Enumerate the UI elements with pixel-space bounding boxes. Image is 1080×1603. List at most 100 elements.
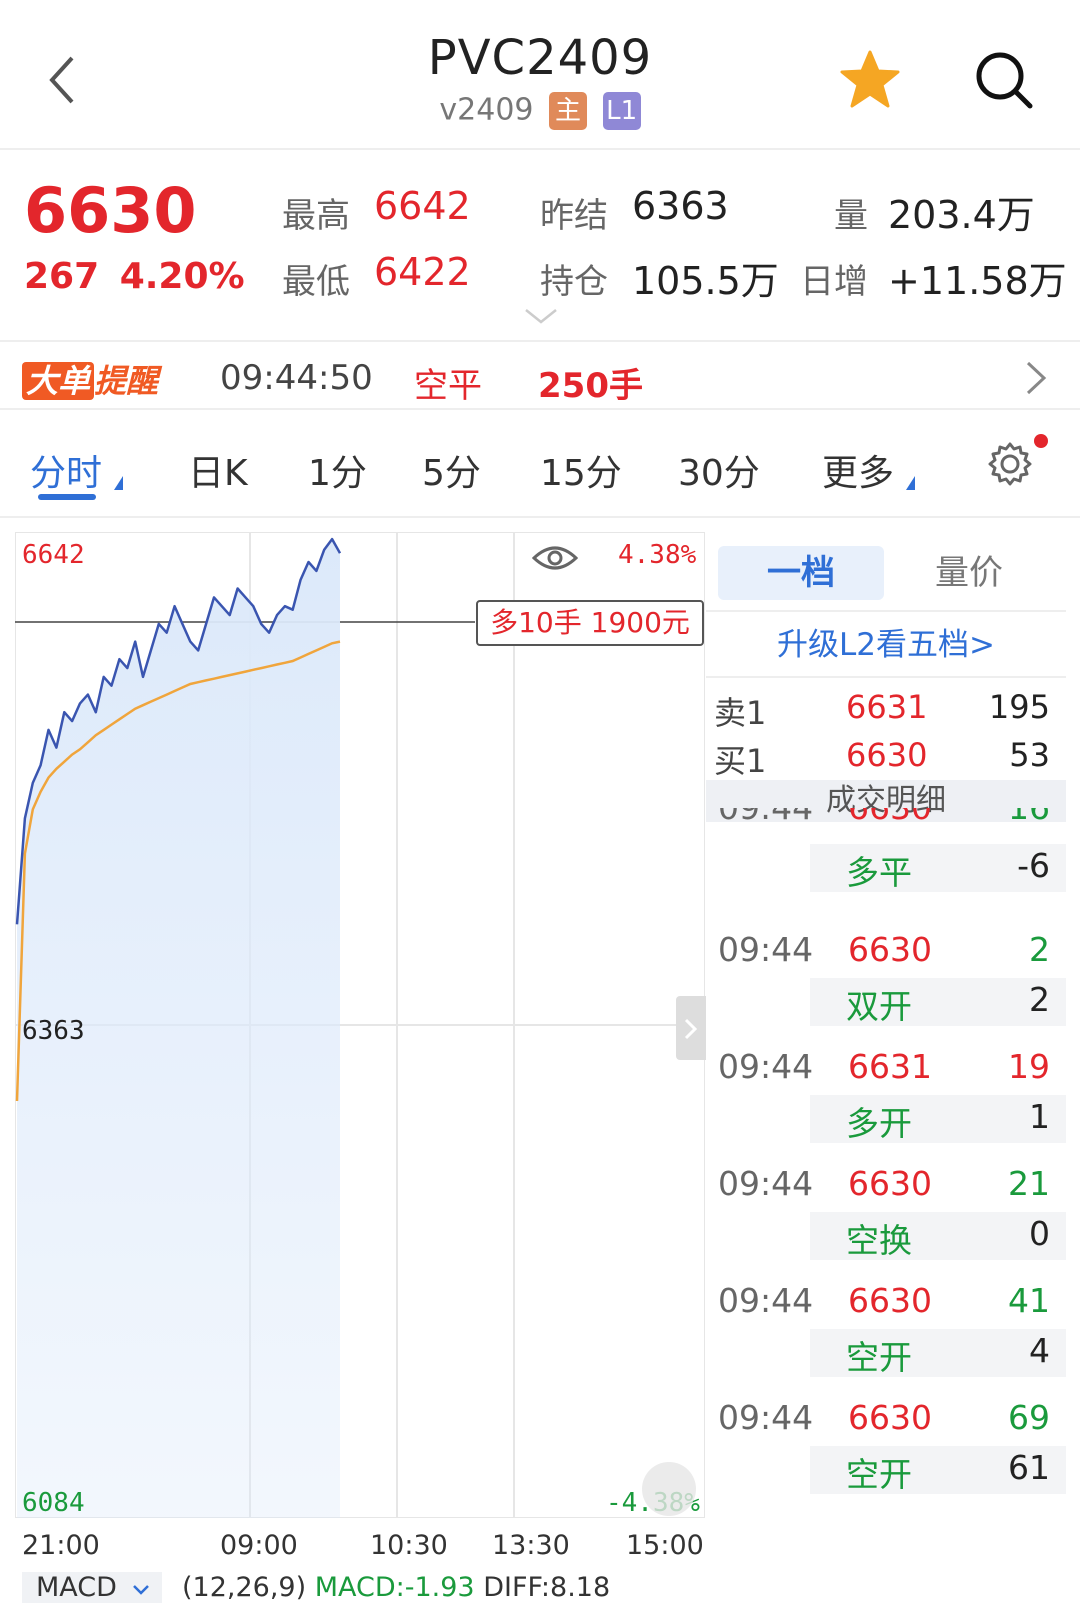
- trade-item: 09:44 6630 2 双开 2: [706, 930, 1066, 1047]
- low-value: 6422: [374, 250, 471, 294]
- trade-action: 空开: [846, 1338, 912, 1377]
- trade-price: 6630: [848, 930, 932, 969]
- settings-gear-icon[interactable]: [986, 440, 1034, 488]
- trade-qty: 21: [1008, 1164, 1050, 1203]
- bid-volume: 53: [1009, 736, 1050, 774]
- alert-type: 空平: [414, 366, 482, 406]
- macd-value: MACD:-1.93: [314, 1572, 475, 1603]
- trade-action-row: 多开 1: [810, 1095, 1066, 1143]
- daily-increase-value: +11.58万: [888, 259, 1067, 303]
- trade-time: 09:44: [718, 808, 813, 827]
- trade-action: 多平: [846, 853, 912, 892]
- favorite-star-icon[interactable]: [838, 48, 902, 112]
- upgrade-l2-link[interactable]: 升级L2看五档>: [706, 610, 1066, 678]
- ask-price: 6631: [846, 688, 928, 726]
- tab-volume-price[interactable]: 量价: [884, 546, 1054, 600]
- trade-time: 09:44: [718, 1281, 814, 1320]
- ask-label: 卖1: [714, 694, 767, 732]
- intraday-chart[interactable]: [15, 532, 705, 1518]
- tab-15min[interactable]: 15分: [540, 444, 622, 496]
- x-label-1030: 10:30: [370, 1530, 448, 1561]
- tab-more[interactable]: 更多: [822, 444, 894, 496]
- chevron-right-icon[interactable]: [1024, 360, 1048, 396]
- trade-qty: 2: [1029, 930, 1050, 969]
- y-axis-bottom-label: 6084: [22, 1488, 85, 1518]
- indicator-select[interactable]: MACD: [22, 1572, 162, 1603]
- change-value: 267: [24, 256, 100, 297]
- last-price: 6630: [24, 174, 197, 247]
- trade-action: 双开: [846, 987, 912, 1026]
- trade-qty: 19: [1008, 1047, 1050, 1086]
- diff-value: DIFF:8.18: [483, 1572, 611, 1603]
- chevron-right-small-icon: [684, 1018, 698, 1040]
- expand-chevron-icon[interactable]: [524, 308, 558, 326]
- prev-settle-label: 昨结: [540, 196, 608, 236]
- tab-1min[interactable]: 1分: [308, 444, 367, 496]
- tab-30min[interactable]: 30分: [678, 444, 760, 496]
- trade-price: 6631: [848, 1047, 932, 1086]
- trade-qty: 41: [1008, 1281, 1050, 1320]
- x-label-0900: 09:00: [220, 1530, 298, 1561]
- high-label: 最高: [282, 196, 350, 236]
- trade-action-num: -6: [1017, 846, 1050, 885]
- macd-values: (12,26,9) MACD:-1.93 DIFF:8.18: [182, 1572, 610, 1603]
- change-percent: 4.20%: [119, 256, 245, 297]
- macd-params: (12,26,9): [182, 1572, 307, 1603]
- contract-title: PVC2409: [427, 30, 653, 86]
- eye-icon[interactable]: [532, 544, 578, 572]
- tab-level-one[interactable]: 一档: [718, 546, 884, 600]
- alert-badge: 大单 提醒: [22, 356, 158, 400]
- big-order-alert[interactable]: 大单 提醒 09:44:50 空平 250手: [0, 344, 1080, 410]
- notification-dot: [1034, 434, 1048, 448]
- trade-item-partial: 09:44 6630 16 多平 -6: [706, 808, 1066, 908]
- trade-action-num: 4: [1029, 1331, 1050, 1370]
- trade-action: 多开: [846, 1104, 912, 1143]
- trade-action-row: 空换 0: [810, 1212, 1066, 1260]
- volume-label: 量: [834, 196, 868, 236]
- chevron-down-icon: [132, 1585, 149, 1595]
- order-book-panel: 一档 量价 升级L2看五档> 卖1 6631 195 买1 6630 53 成交…: [706, 532, 1066, 1603]
- trade-time: 09:44: [718, 930, 814, 969]
- tab-daily-k[interactable]: 日K: [188, 444, 248, 496]
- bid-label: 买1: [714, 742, 767, 780]
- macd-indicator-bar: MACD (12,26,9) MACD:-1.93 DIFF:8.18: [22, 1572, 702, 1603]
- x-label-2100: 21:00: [22, 1530, 100, 1561]
- trade-price: 6630: [848, 1398, 932, 1437]
- price-change: 267 4.20%: [24, 256, 245, 297]
- trade-action-row: 多平 -6: [810, 844, 1066, 892]
- daily-increase-label: 日增: [800, 262, 868, 302]
- x-label-1330: 13:30: [492, 1530, 570, 1561]
- trade-item: 09:44 6630 69 空开 61: [706, 1398, 1066, 1515]
- indicator-select-label: MACD: [36, 1572, 117, 1603]
- side-panel-toggle[interactable]: [676, 996, 706, 1060]
- trade-qty: 16: [1008, 808, 1050, 827]
- trade-action-row: 空开 4: [810, 1329, 1066, 1377]
- trade-action-num: 61: [1008, 1448, 1050, 1487]
- level-badge: L1: [602, 92, 641, 130]
- bid-row: 买1 6630 53: [706, 736, 1066, 784]
- open-interest-value: 105.5万: [632, 259, 779, 303]
- trade-qty: 69: [1008, 1398, 1050, 1437]
- contract-subtitle: v2409 主 L1: [0, 92, 1080, 130]
- ask-row: 卖1 6631 195: [706, 688, 1066, 736]
- pct-axis-top-label: 4.38%: [618, 540, 697, 570]
- tab-5min[interactable]: 5分: [422, 444, 481, 496]
- floating-action-button[interactable]: [642, 1462, 696, 1516]
- crosshair-tooltip: 多10手 1900元: [476, 600, 704, 646]
- more-dropdown-triangle-icon: [906, 476, 915, 490]
- trade-price: 6630: [848, 808, 932, 827]
- active-tab-indicator: [38, 494, 96, 500]
- alert-badge-a: 大单: [22, 362, 95, 400]
- volume-value: 203.4万: [888, 193, 1035, 237]
- trade-time: 09:44: [718, 1164, 814, 1203]
- quote-panel[interactable]: 6630 267 4.20% 最高 6642 最低 6422 昨结 6363 持…: [0, 152, 1080, 342]
- alert-lots: 250手: [538, 366, 643, 406]
- trade-time: 09:44: [718, 1398, 814, 1437]
- tab-intraday[interactable]: 分时: [30, 444, 102, 496]
- trade-action-row: 空开 61: [810, 1446, 1066, 1494]
- top-bar: PVC2409 v2409 主 L1: [0, 0, 1080, 150]
- trade-action-row: 双开 2: [810, 978, 1066, 1026]
- y-axis-top-label: 6642: [22, 540, 85, 570]
- search-icon[interactable]: [972, 48, 1036, 112]
- trade-item: 09:44 6630 41 空开 4: [706, 1281, 1066, 1398]
